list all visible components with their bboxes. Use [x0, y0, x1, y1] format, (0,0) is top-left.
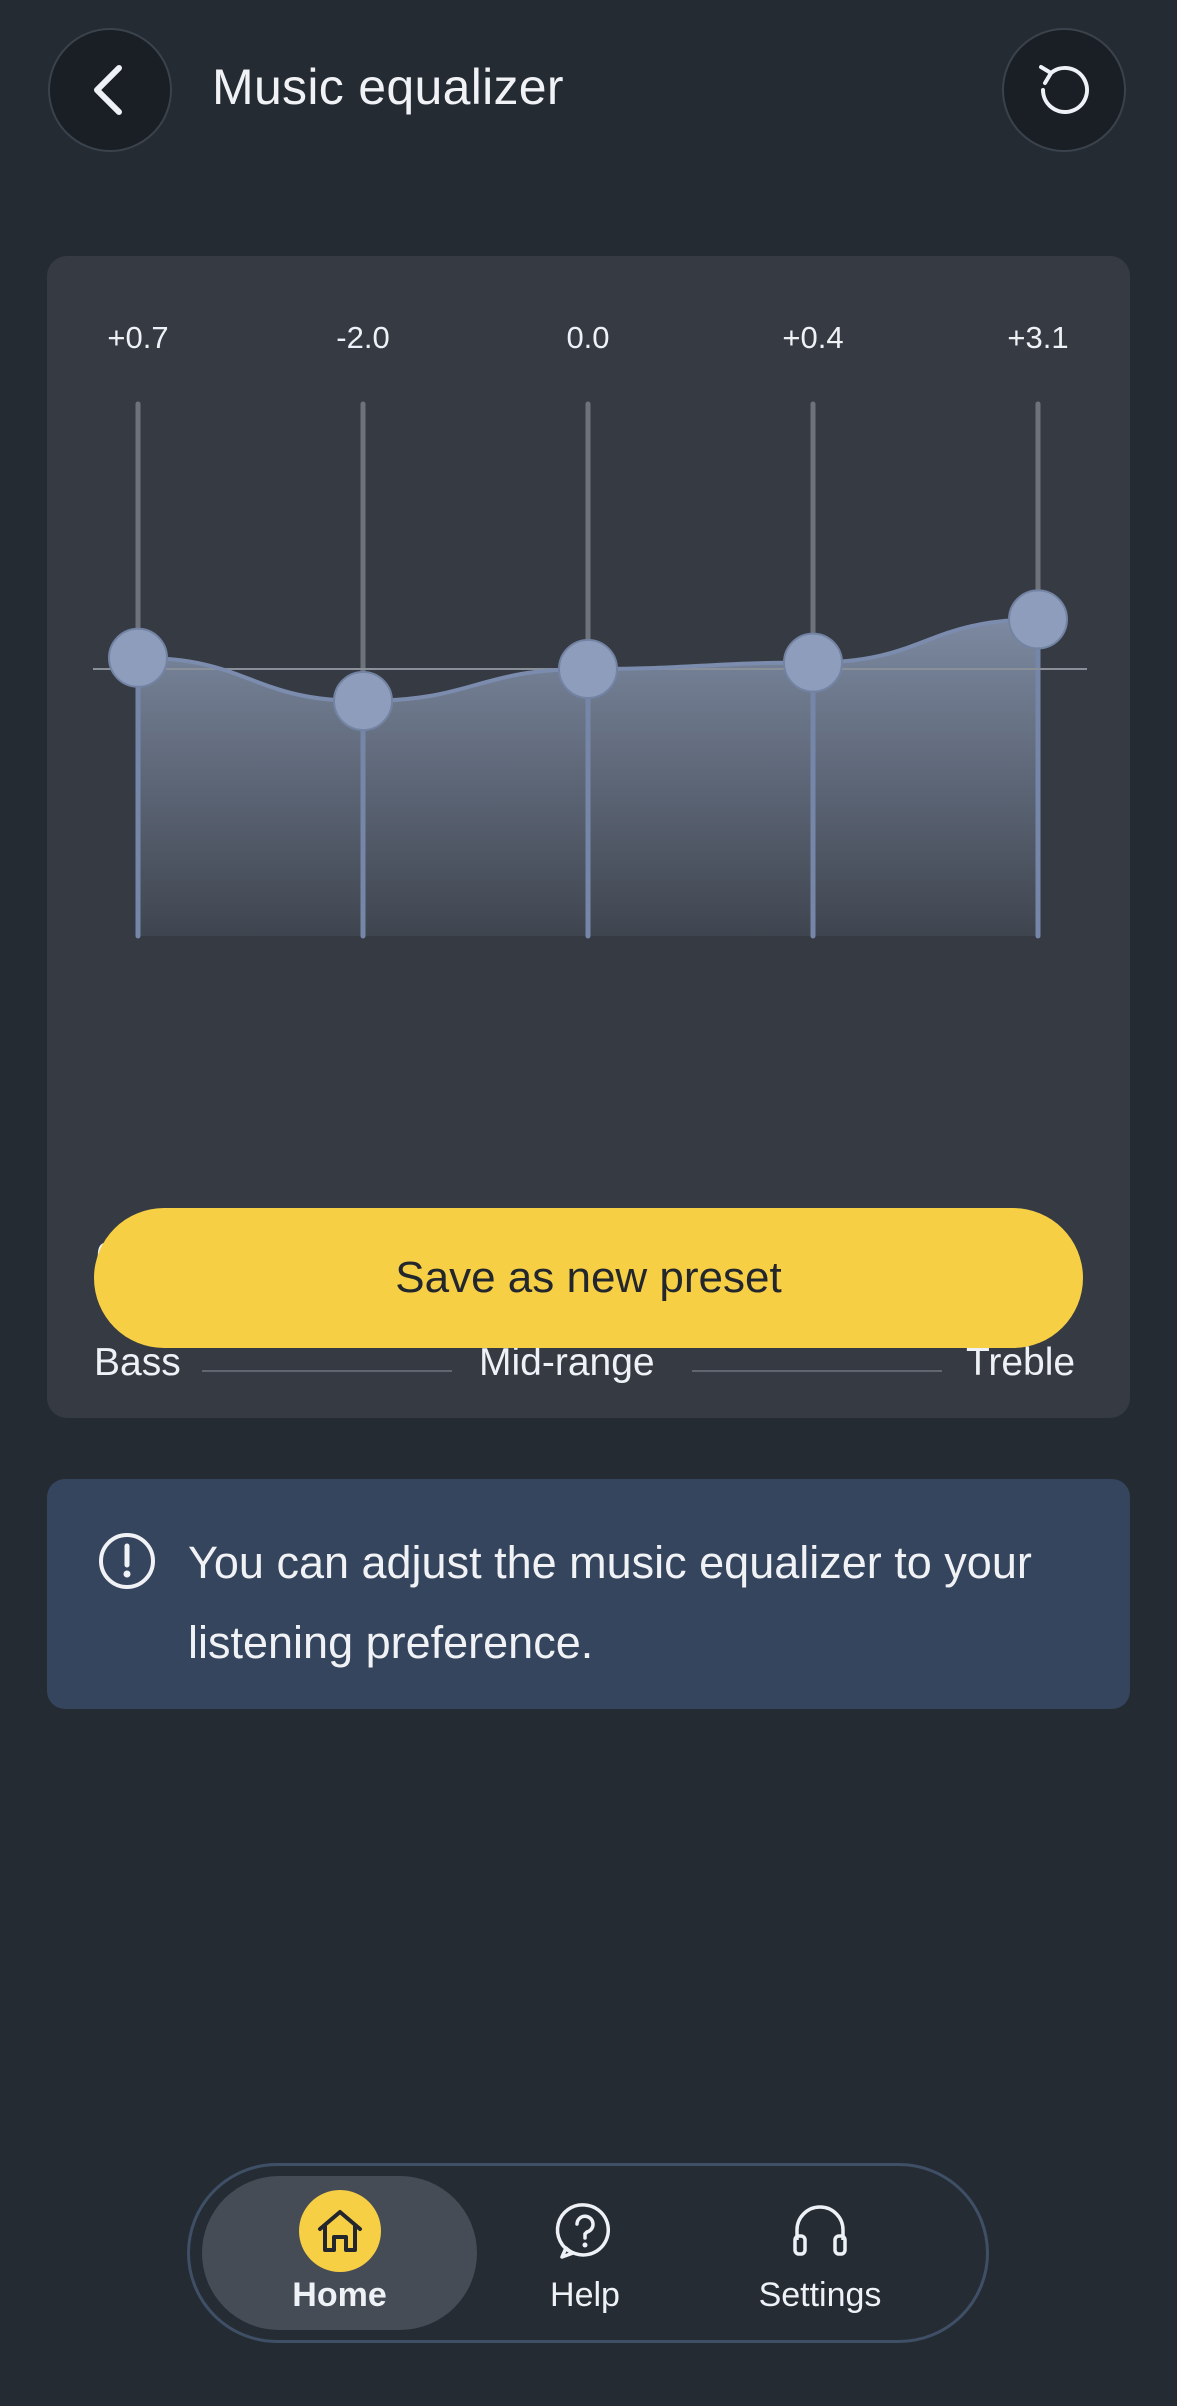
frequency-range-row: Bass Mid-range Treble [47, 1341, 1130, 1401]
exclamation-circle-icon [99, 1533, 155, 1589]
nav-item-home[interactable]: Home [202, 2176, 477, 2330]
back-button[interactable] [48, 28, 172, 152]
eq-knob-4-0-khz[interactable] [783, 632, 843, 693]
home-icon [317, 2210, 362, 2252]
info-message: You can adjust the music equalizer to yo… [188, 1537, 1032, 1668]
reset-icon [1039, 65, 1089, 114]
eq-knob-250-0-hz[interactable] [333, 671, 393, 731]
eq-knob-60-0-hz[interactable] [108, 627, 168, 688]
nav-label-help: Help [550, 2276, 620, 2314]
nav-item-help[interactable]: Help [490, 2176, 680, 2330]
eq-gain-label: -2.0 [336, 320, 389, 355]
chevron-left-icon [94, 65, 122, 115]
range-divider [202, 1370, 452, 1372]
nav-item-settings[interactable]: Settings [720, 2176, 920, 2330]
headphones-icon [793, 2205, 847, 2256]
header-bar: Music equalizer [0, 0, 1177, 180]
eq-gain-label: +0.7 [107, 320, 168, 355]
nav-label-settings: Settings [758, 2276, 882, 2314]
range-divider [692, 1370, 942, 1372]
eq-gain-label: +0.4 [782, 320, 843, 355]
nav-label-home: Home [292, 2276, 387, 2314]
info-box: You can adjust the music equalizer to yo… [47, 1479, 1130, 1709]
save-preset-button[interactable]: Save as new preset [94, 1208, 1083, 1348]
home-icon-badge [298, 2190, 381, 2272]
eq-knob-1-0-khz[interactable] [558, 639, 618, 699]
page-title: Music equalizer [212, 59, 564, 115]
bottom-navigation: Home Help Settings [187, 2163, 989, 2343]
eq-knob-7-6-khz[interactable] [1008, 589, 1068, 650]
help-icon [555, 2203, 610, 2259]
equalizer-card: +0.7-2.00.0+0.4+3.1 60.0 Hz250.0 Hz1.0 K… [47, 256, 1130, 1418]
equalizer-graph[interactable]: +0.7 -2.0 0.0 +0.4 +3.1 [47, 256, 1130, 1216]
reset-button[interactable] [1002, 28, 1126, 152]
eq-gain-label: 0.0 [566, 320, 609, 355]
eq-gain-label: +3.1 [1007, 320, 1068, 355]
